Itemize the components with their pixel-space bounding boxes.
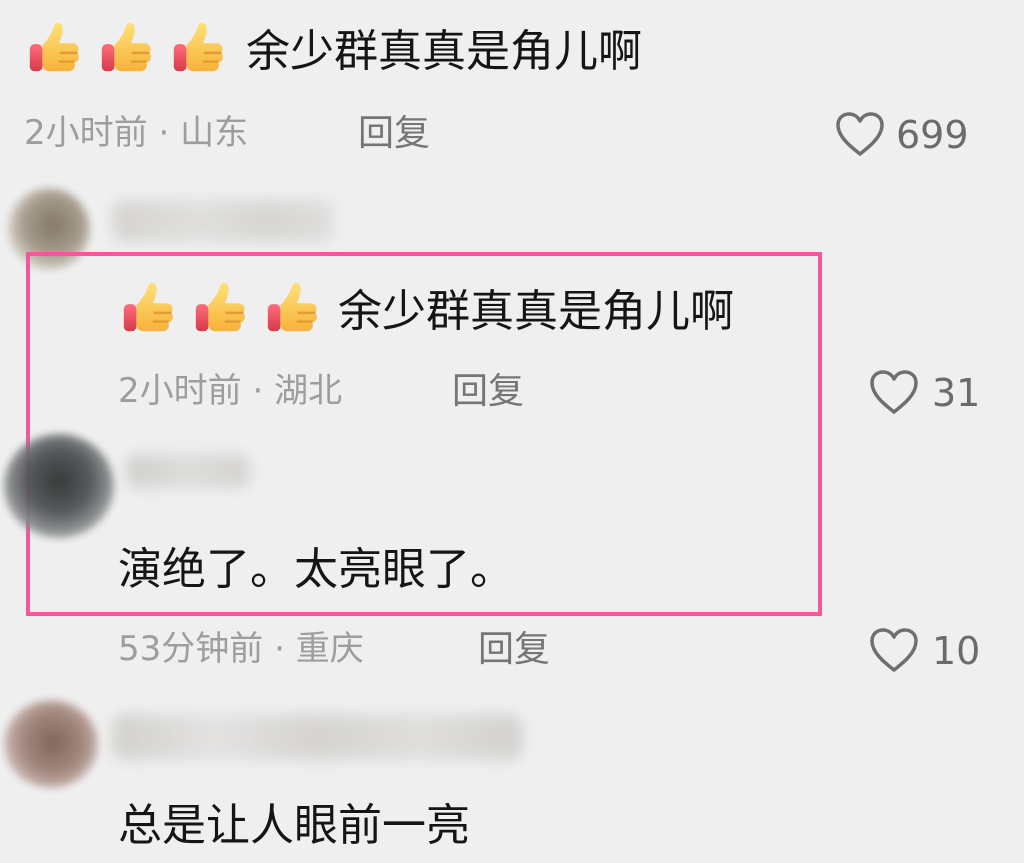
comment-meta: 53分钟前 · 重庆 [118,632,364,666]
reply-button[interactable]: 回复 [358,116,430,152]
meta-separator: · [274,629,285,669]
heart-outline-icon [870,628,918,672]
thumbs-up-icon [123,282,173,332]
like-button[interactable] [868,368,920,416]
comment-location: 湖北 [274,371,343,411]
like-button[interactable] [834,110,886,158]
comment-meta: 2小时前 · 湖北 [118,374,342,408]
meta-separator: · [252,371,264,411]
comment-location: 山东 [180,113,249,153]
avatar [4,700,98,788]
heart-outline-icon [836,112,884,156]
like-count: 699 [896,113,969,157]
reply-button[interactable]: 回复 [478,632,550,668]
thumbs-up-icon [195,282,245,332]
like-count: 31 [932,371,981,415]
username-blurred [112,714,522,760]
comment-text: 演绝了。太亮眼了。 [118,544,514,595]
like-count: 10 [932,629,981,673]
comment-text: 余少群真真是角儿啊 [338,286,734,337]
comment-text: 总是让人眼前一亮 [118,800,470,851]
comment-meta: 2小时前 · 山东 [24,116,248,150]
avatar [4,434,114,538]
reply-button[interactable]: 回复 [452,374,524,410]
comment-time: 2小时前 [24,113,148,153]
thumbs-up-icon [173,22,223,72]
heart-outline-icon [870,370,918,414]
thumbs-up-row-2 [118,278,324,340]
meta-separator: · [158,113,170,153]
comment-text: 余少群真真是角儿啊 [246,26,642,77]
username-blurred [126,454,250,488]
thumbs-up-icon [267,282,317,332]
username-blurred [112,200,334,242]
like-button[interactable] [868,626,920,674]
thumbs-up-icon [101,22,151,72]
comment-location: 重庆 [295,629,364,669]
comment-time: 2小时前 [118,371,242,411]
comment-time: 53分钟前 [118,629,264,669]
thumbs-up-row-1 [24,18,230,80]
thumbs-up-icon [29,22,79,72]
